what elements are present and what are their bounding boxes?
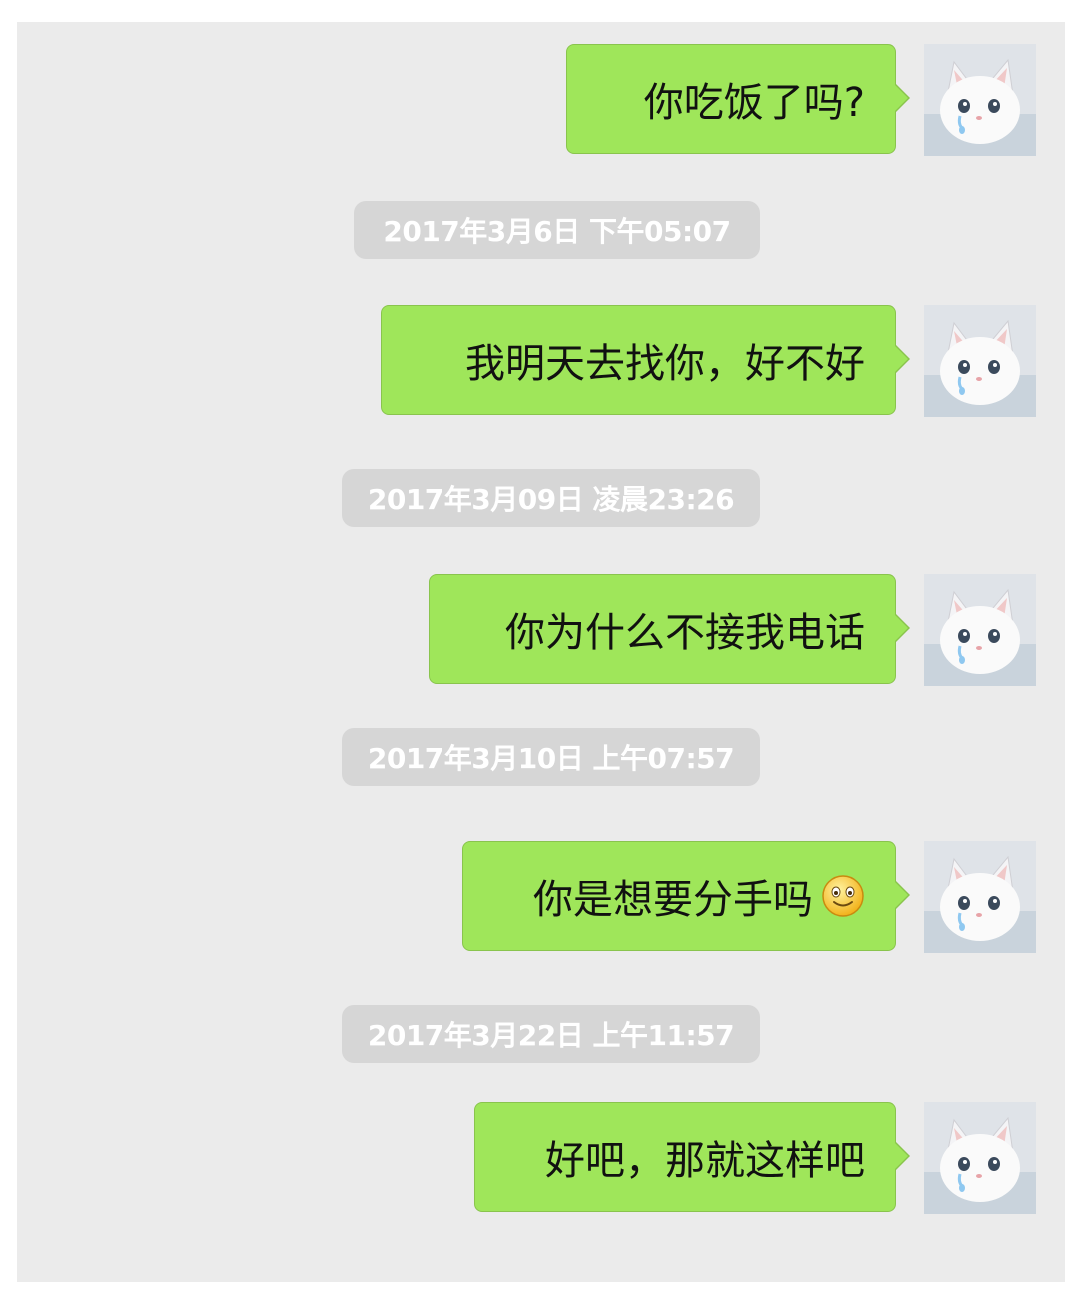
cat-avatar-icon[interactable] xyxy=(924,574,1036,686)
chat-conversation: 你吃饭了吗? 2017年3月6日 下午05:07 我明天去找你，好不好 2017… xyxy=(17,22,1065,1282)
timestamp-label: 2017年3月22日 上午11:57 xyxy=(342,1005,760,1063)
timestamp-text: 2017年3月09日 凌晨23:26 xyxy=(367,483,735,516)
message-text: 你吃饭了吗? xyxy=(643,80,865,126)
message-text: 你是想要分手吗 xyxy=(533,877,813,923)
message-bubble[interactable]: 你吃饭了吗? xyxy=(566,44,910,154)
message-bubble[interactable]: 我明天去找你，好不好 xyxy=(381,305,910,415)
message-text: 好吧，那就这样吧 xyxy=(545,1138,865,1184)
message-bubble[interactable]: 你是想要分手吗 xyxy=(462,841,910,951)
message-bubble[interactable]: 好吧，那就这样吧 xyxy=(474,1102,910,1212)
timestamp-text: 2017年3月22日 上午11:57 xyxy=(367,1019,735,1052)
message-text: 我明天去找你，好不好 xyxy=(465,341,865,387)
cat-avatar-icon[interactable] xyxy=(924,305,1036,417)
timestamp-text: 2017年3月6日 下午05:07 xyxy=(383,215,731,248)
message-bubble[interactable]: 你为什么不接我电话 xyxy=(429,574,910,684)
timestamp-label: 2017年3月09日 凌晨23:26 xyxy=(342,469,760,527)
cat-avatar-icon[interactable] xyxy=(924,1102,1036,1214)
timestamp-label: 2017年3月10日 上午07:57 xyxy=(342,728,760,786)
message-text: 你为什么不接我电话 xyxy=(505,610,865,656)
smiling-face-icon xyxy=(821,874,865,918)
cat-avatar-icon[interactable] xyxy=(924,44,1036,156)
timestamp-label: 2017年3月6日 下午05:07 xyxy=(354,201,760,259)
cat-avatar-icon[interactable] xyxy=(924,841,1036,953)
timestamp-text: 2017年3月10日 上午07:57 xyxy=(367,742,735,775)
